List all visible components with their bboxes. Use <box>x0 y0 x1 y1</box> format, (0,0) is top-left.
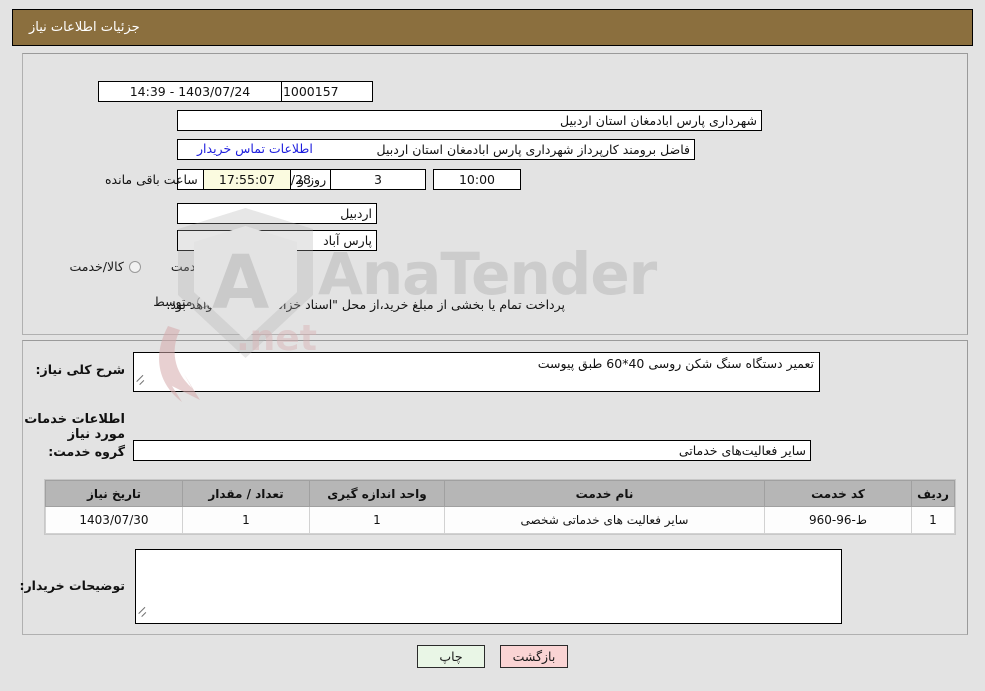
need-desc-value: تعمیر دستگاه سنگ شکن روسی 40*60 طبق پیوس… <box>537 356 814 371</box>
category-option-label: کالا <box>251 259 268 274</box>
page-header: جزئیات اطلاعات نیاز <box>12 9 973 46</box>
radio-icon[interactable] <box>209 260 222 273</box>
remaining-days-value: 3 <box>330 169 426 190</box>
category-option-label: خدمت <box>170 259 205 274</box>
col-qty: تعداد / مقدار <box>182 480 310 507</box>
category-option-kala[interactable]: کالا <box>251 259 285 274</box>
radio-icon[interactable] <box>128 260 141 273</box>
deadline-time-value: 10:00 <box>433 169 521 190</box>
cell-qty: 1 <box>182 506 310 534</box>
col-date: تاریخ نیاز <box>45 480 183 507</box>
services-table: ردیف کد خدمت نام خدمت واحد اندازه گیری ت… <box>45 480 955 534</box>
cell-code: ط-96-960 <box>764 506 912 534</box>
service-group-label: گروه خدمت: <box>48 444 125 459</box>
services-section-title: اطلاعات خدمات مورد نیاز <box>24 412 125 442</box>
resize-grip-icon[interactable] <box>138 606 148 622</box>
resize-grip-icon[interactable] <box>136 374 146 390</box>
announce-datetime-value: 1403/07/24 - 14:39 <box>98 81 282 102</box>
table-header-row: ردیف کد خدمت نام خدمت واحد اندازه گیری ت… <box>45 480 955 507</box>
col-code: کد خدمت <box>764 480 912 507</box>
buyer-notes-textarea[interactable] <box>135 549 842 624</box>
action-button-bar: بازگشت چاپ <box>0 645 985 668</box>
payment-note: پرداخت تمام یا بخشی از مبلغ خرید،از محل … <box>166 297 565 312</box>
cell-radif: 1 <box>911 506 955 534</box>
cell-date: 1403/07/30 <box>45 506 183 534</box>
col-name: نام خدمت <box>444 480 765 507</box>
print-button[interactable]: چاپ <box>417 645 485 668</box>
page-title: جزئیات اطلاعات نیاز <box>29 20 140 35</box>
buyer-org-value: شهرداری پارس ابادمغان استان اردبیل <box>177 110 762 131</box>
category-radio-group[interactable]: کالا خدمت کالا/خدمت <box>44 259 285 276</box>
service-group-value: سایر فعالیت‌های خدماتی <box>133 440 811 461</box>
remaining-clock-value: 17:55:07 <box>203 169 291 190</box>
cell-unit: 1 <box>309 506 445 534</box>
back-button[interactable]: بازگشت <box>500 645 568 668</box>
remaining-days-label: روز و <box>298 172 327 187</box>
need-desc-label: شرح کلی نیاز: <box>35 362 125 377</box>
category-option-label: کالا/خدمت <box>69 259 124 274</box>
category-option-khedmat[interactable]: خدمت <box>170 259 222 274</box>
province-value: اردبیل <box>177 203 377 224</box>
city-value: پارس آباد <box>177 230 377 251</box>
need-desc-textarea[interactable]: تعمیر دستگاه سنگ شکن روسی 40*60 طبق پیوس… <box>133 352 820 392</box>
category-option-kala-khedmat[interactable]: کالا/خدمت <box>70 259 141 274</box>
table-row[interactable]: 1 ط-96-960 سایر فعالیت های خدماتی شخصی 1… <box>45 506 955 534</box>
col-unit: واحد اندازه گیری <box>309 480 445 507</box>
buyer-notes-label: توضیحات خریدار: <box>19 578 125 593</box>
remaining-suffix-label: ساعت باقی مانده <box>105 172 198 187</box>
col-radif: ردیف <box>911 480 955 507</box>
cell-name: سایر فعالیت های خدماتی شخصی <box>444 506 765 534</box>
buyer-contact-link[interactable]: اطلاعات تماس خریدار <box>197 141 313 156</box>
radio-icon[interactable] <box>273 260 285 273</box>
services-table-wrapper: ردیف کد خدمت نام خدمت واحد اندازه گیری ت… <box>44 479 956 535</box>
